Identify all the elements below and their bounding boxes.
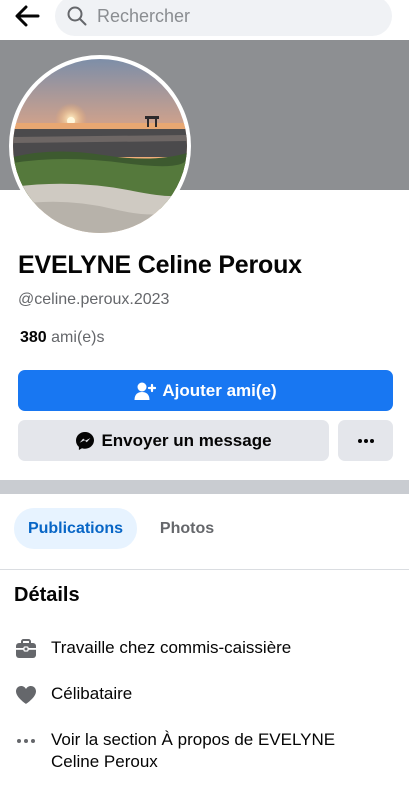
detail-relationship: Célibataire xyxy=(14,683,399,707)
send-message-label: Envoyer un message xyxy=(101,430,272,450)
friends-count[interactable]: 380 ami(e)s xyxy=(20,329,105,347)
detail-work: Travaille chez commis-caissière xyxy=(14,637,399,661)
friends-label: ami(e)s xyxy=(51,329,105,346)
add-friend-button[interactable]: Ajouter ami(e) xyxy=(18,370,393,411)
send-message-button[interactable]: Envoyer un message xyxy=(18,420,329,461)
detail-see-about-text[interactable]: Voir la section À propos de EVELYNE Celi… xyxy=(51,729,381,773)
search-input[interactable] xyxy=(97,5,347,27)
avatar[interactable] xyxy=(13,59,187,233)
profile-handle: @celine.peroux.2023 xyxy=(18,291,170,308)
arrow-left-icon xyxy=(15,5,40,27)
tabs-divider xyxy=(0,569,409,570)
detail-relationship-text: Célibataire xyxy=(51,684,133,703)
section-divider xyxy=(0,480,409,494)
profile-name: EVELYNE Celine Peroux xyxy=(18,251,302,279)
profile-photo xyxy=(13,59,187,233)
more-options-button[interactable] xyxy=(338,420,393,461)
heart-icon xyxy=(14,683,38,707)
tab-publications[interactable]: Publications xyxy=(14,508,137,549)
briefcase-icon xyxy=(14,637,38,661)
add-friend-label: Ajouter ami(e) xyxy=(162,380,277,400)
more-dots-icon xyxy=(357,438,374,443)
back-button[interactable] xyxy=(11,2,43,30)
detail-work-text: Travaille chez commis-caissière xyxy=(51,638,292,657)
tab-photos[interactable]: Photos xyxy=(148,508,226,549)
detail-see-about[interactable]: Voir la section À propos de EVELYNE Celi… xyxy=(14,729,399,773)
search-bar[interactable] xyxy=(55,0,392,36)
details-heading: Détails xyxy=(14,584,80,606)
profile-tabs: Publications Photos xyxy=(0,494,409,569)
search-icon xyxy=(67,5,89,27)
more-dots-icon xyxy=(14,729,38,753)
friends-number: 380 xyxy=(20,329,47,346)
add-person-icon xyxy=(134,381,157,401)
top-bar xyxy=(0,0,409,38)
messenger-icon xyxy=(75,431,95,451)
